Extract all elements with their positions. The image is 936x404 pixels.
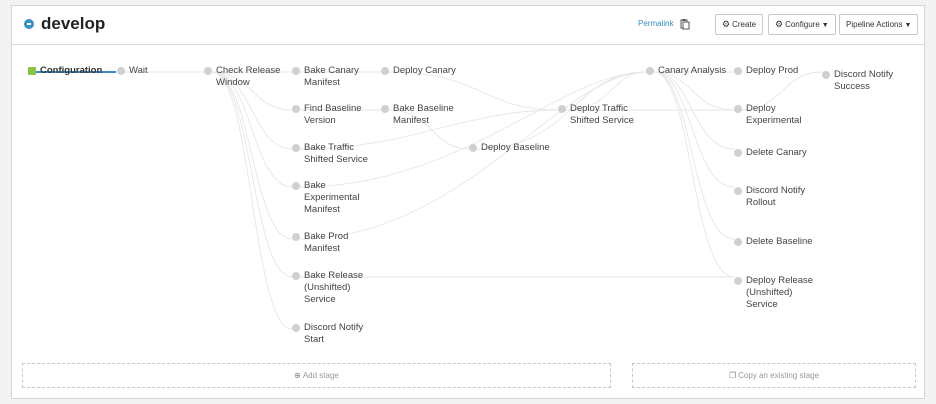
stage-label: Check Release Window bbox=[216, 65, 281, 88]
stage-status-icon bbox=[734, 67, 742, 75]
stage-status-icon bbox=[381, 67, 389, 75]
stage-status-icon bbox=[292, 105, 300, 113]
stage-deploy-experimental[interactable]: Deploy Experimental bbox=[734, 103, 801, 127]
stage-label: Discord Notify Success bbox=[834, 69, 894, 92]
stage-bake-experimental-manifest[interactable]: Bake Experimental Manifest bbox=[292, 180, 359, 216]
stage-status-icon bbox=[204, 67, 212, 75]
stage-status-icon bbox=[292, 182, 300, 190]
stage-deploy-release-unshifted-service[interactable]: Deploy Release (Unshifted) Service bbox=[734, 275, 813, 311]
stage-label: Configuration bbox=[40, 65, 103, 76]
stage-deploy-canary[interactable]: Deploy Canary bbox=[381, 65, 456, 77]
stage-status-icon bbox=[734, 238, 742, 246]
stage-label: Bake Prod Manifest bbox=[304, 231, 349, 254]
copy-icon: ❐ bbox=[728, 371, 737, 380]
pipeline-panel: develop Permalink ⚙ Create ⚙ Configure ▼ Pi… bbox=[11, 5, 925, 399]
stage-status-icon bbox=[734, 277, 742, 285]
stage-label: Discord Notify Start bbox=[304, 322, 364, 345]
stage-label: Bake Release (Unshifted) Service bbox=[304, 270, 364, 305]
stage-canary-analysis[interactable]: Canary Analysis bbox=[646, 65, 726, 77]
stage-bake-release-unshifted-service[interactable]: Bake Release (Unshifted) Service bbox=[292, 270, 363, 306]
stage-label: Deploy Prod bbox=[746, 65, 799, 76]
stage-check-release-window[interactable]: Check Release Window bbox=[204, 65, 280, 89]
stage-discord-notify-start[interactable]: Discord Notify Start bbox=[292, 322, 363, 346]
stage-delete-baseline[interactable]: Delete Baseline bbox=[734, 236, 813, 248]
stage-status-icon bbox=[292, 233, 300, 241]
copy-stage-label: Copy an existing stage bbox=[738, 371, 820, 380]
stage-status-icon bbox=[469, 144, 477, 152]
stage-status-icon bbox=[734, 187, 742, 195]
stage-bake-traffic-shifted-service[interactable]: Bake Traffic Shifted Service bbox=[292, 142, 368, 166]
stage-discord-notify-rollout[interactable]: Discord Notify Rollout bbox=[734, 185, 805, 209]
stage-label: Wait bbox=[129, 65, 148, 76]
stage-configuration[interactable]: Configuration bbox=[28, 65, 102, 77]
stage-status-icon bbox=[734, 149, 742, 157]
stage-label: Find Baseline Version bbox=[304, 103, 362, 126]
stage-status-icon bbox=[117, 67, 125, 75]
stage-label: Bake Canary Manifest bbox=[304, 65, 359, 88]
stage-status-icon bbox=[292, 272, 300, 280]
stage-label: Deploy Experimental bbox=[746, 103, 802, 126]
stage-status-icon bbox=[292, 144, 300, 152]
stage-deploy-prod[interactable]: Deploy Prod bbox=[734, 65, 798, 77]
stage-deploy-traffic-shifted-service[interactable]: Deploy Traffic Shifted Service bbox=[558, 103, 634, 127]
stage-label: Bake Baseline Manifest bbox=[393, 103, 454, 126]
stage-delete-canary[interactable]: Delete Canary bbox=[734, 147, 807, 159]
stage-label: Deploy Traffic Shifted Service bbox=[570, 103, 634, 126]
stage-label: Canary Analysis bbox=[658, 65, 727, 76]
stage-status-icon bbox=[28, 67, 36, 75]
stage-label: Delete Baseline bbox=[746, 236, 813, 247]
stage-bake-canary-manifest[interactable]: Bake Canary Manifest bbox=[292, 65, 359, 89]
stage-status-icon bbox=[292, 67, 300, 75]
stage-bake-baseline-manifest[interactable]: Bake Baseline Manifest bbox=[381, 103, 454, 127]
stage-label: Deploy Release (Unshifted) Service bbox=[746, 275, 814, 310]
stage-deploy-baseline[interactable]: Deploy Baseline bbox=[469, 142, 550, 154]
stage-bake-prod-manifest[interactable]: Bake Prod Manifest bbox=[292, 231, 348, 255]
stage-label: Bake Experimental Manifest bbox=[304, 180, 360, 215]
stage-status-icon bbox=[734, 105, 742, 113]
stage-label: Deploy Baseline bbox=[481, 142, 550, 153]
stage-label: Delete Canary bbox=[746, 147, 807, 158]
stage-wait[interactable]: Wait bbox=[117, 65, 148, 77]
stage-label: Discord Notify Rollout bbox=[746, 185, 806, 208]
copy-stage-button[interactable]: ❐ Copy an existing stage bbox=[632, 363, 916, 388]
plus-circle-icon: ⊕ bbox=[294, 371, 301, 380]
stage-find-baseline-version[interactable]: Find Baseline Version bbox=[292, 103, 362, 127]
add-stage-button[interactable]: ⊕ Add stage bbox=[22, 363, 611, 388]
stage-status-icon bbox=[381, 105, 389, 113]
stage-status-icon bbox=[558, 105, 566, 113]
stage-status-icon bbox=[292, 324, 300, 332]
stage-label: Deploy Canary bbox=[393, 65, 456, 76]
stage-status-icon bbox=[822, 71, 830, 79]
add-stage-label: Add stage bbox=[302, 371, 339, 380]
stage-label: Bake Traffic Shifted Service bbox=[304, 142, 368, 165]
stage-status-icon bbox=[646, 67, 654, 75]
stage-discord-notify-success[interactable]: Discord Notify Success bbox=[822, 69, 893, 93]
